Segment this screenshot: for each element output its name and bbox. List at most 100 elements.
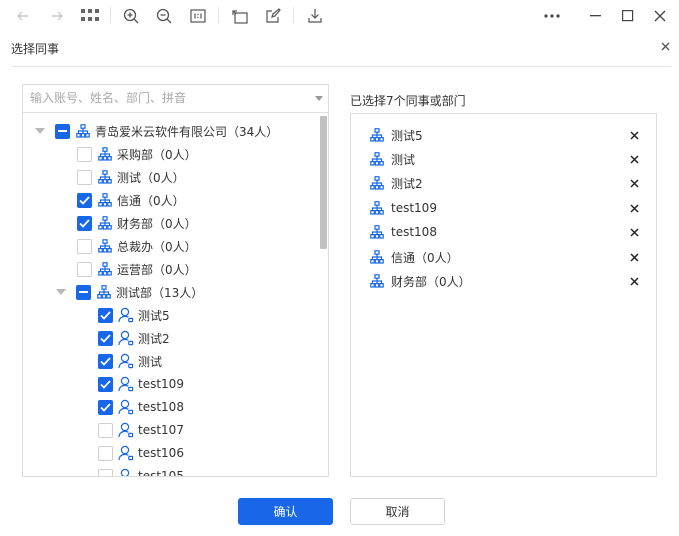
checkbox-unchecked[interactable] bbox=[98, 468, 113, 476]
tree-department-node[interactable]: 财务部（0人） bbox=[77, 212, 197, 234]
toolbar-divider bbox=[110, 7, 111, 23]
tree-member-node[interactable]: test108 bbox=[98, 396, 184, 418]
tree-root-node[interactable]: 青岛爱米云软件有限公司（34人） bbox=[35, 120, 278, 142]
tree-department-node[interactable]: 采购部（0人） bbox=[77, 143, 197, 165]
toolbar-divider bbox=[218, 7, 219, 23]
remove-icon[interactable] bbox=[627, 152, 641, 166]
more-options-icon[interactable] bbox=[540, 4, 564, 28]
tree-member-node[interactable]: 测试2 bbox=[98, 327, 170, 349]
user-icon bbox=[118, 422, 134, 438]
selected-item-label: 测试 bbox=[391, 152, 416, 167]
tree-member-node[interactable]: 测试 bbox=[98, 350, 162, 372]
tree-department-node[interactable]: 运营部（0人） bbox=[77, 258, 197, 280]
minimize-icon[interactable] bbox=[584, 4, 608, 28]
tree-node-label: test105 bbox=[138, 469, 184, 476]
remove-icon[interactable] bbox=[627, 128, 641, 142]
checkbox-checked[interactable] bbox=[98, 399, 113, 415]
checkbox-checked[interactable] bbox=[98, 330, 113, 346]
dialog-close-icon[interactable] bbox=[657, 38, 673, 54]
remove-icon[interactable] bbox=[627, 201, 641, 215]
user-icon bbox=[118, 376, 134, 392]
tree-member-node[interactable]: 测试5 bbox=[98, 304, 170, 326]
remove-icon[interactable] bbox=[627, 250, 641, 264]
tree-node-label: 采购部（0人） bbox=[117, 147, 197, 162]
tree-member-node[interactable]: test107 bbox=[98, 419, 184, 441]
tree-member-node[interactable]: test105 bbox=[98, 465, 184, 476]
checkbox-checked[interactable] bbox=[98, 376, 113, 392]
cancel-button[interactable]: 取消 bbox=[350, 498, 445, 525]
zoom-in-icon[interactable] bbox=[119, 4, 143, 28]
checkbox-unchecked[interactable] bbox=[98, 445, 113, 461]
back-arrow-icon[interactable] bbox=[11, 4, 35, 28]
tree-member-node[interactable]: test109 bbox=[98, 373, 184, 395]
tree-department-node[interactable]: 测试（0人） bbox=[77, 166, 185, 188]
tree-node-label: 测试 bbox=[138, 354, 163, 369]
toolbar-divider bbox=[293, 7, 294, 23]
remove-icon[interactable] bbox=[627, 225, 641, 239]
org-structure-icon bbox=[97, 192, 113, 208]
tree-department-node[interactable]: 总裁办（0人） bbox=[77, 235, 197, 257]
tree-node-label: test108 bbox=[138, 400, 184, 414]
rotate-icon[interactable] bbox=[228, 4, 252, 28]
search-dropdown-icon[interactable] bbox=[315, 96, 323, 101]
selected-count-title: 已选择7个同事或部门 bbox=[350, 94, 466, 108]
toolbar bbox=[0, 0, 679, 32]
selected-item-label: 测试5 bbox=[391, 128, 423, 143]
search-input[interactable] bbox=[23, 85, 303, 111]
tree-member-node[interactable]: test106 bbox=[98, 442, 184, 464]
tree-department-node[interactable]: 测试部（13人） bbox=[56, 281, 203, 303]
expand-arrow-icon[interactable] bbox=[56, 289, 66, 295]
tree-node-label: test109 bbox=[138, 377, 184, 391]
selected-item-label: test109 bbox=[391, 201, 437, 215]
zoom-out-icon[interactable] bbox=[152, 4, 176, 28]
selected-item: 测试 bbox=[369, 149, 641, 169]
tree-node-label: 运营部（0人） bbox=[117, 262, 197, 277]
checkbox-unchecked[interactable] bbox=[77, 238, 92, 254]
selected-item-label: test108 bbox=[391, 225, 437, 239]
checkbox-partial[interactable] bbox=[55, 123, 70, 139]
checkbox-checked[interactable] bbox=[77, 215, 92, 231]
org-structure-icon bbox=[96, 284, 112, 300]
window-close-icon[interactable] bbox=[648, 4, 672, 28]
checkbox-checked[interactable] bbox=[98, 353, 113, 369]
tree-node-label: 总裁办（0人） bbox=[117, 239, 197, 254]
remove-icon[interactable] bbox=[627, 176, 641, 190]
checkbox-unchecked[interactable] bbox=[77, 169, 92, 185]
org-structure-icon bbox=[75, 123, 91, 139]
tree-node-label: 青岛爱米云软件有限公司（34人） bbox=[95, 124, 279, 139]
scrollbar-thumb[interactable] bbox=[320, 116, 327, 249]
dialog-divider bbox=[11, 66, 671, 67]
user-icon bbox=[118, 445, 134, 461]
user-icon bbox=[118, 468, 134, 476]
tree-department-node[interactable]: 信通（0人） bbox=[77, 189, 185, 211]
tree-node-label: 测试5 bbox=[138, 308, 170, 323]
remove-icon[interactable] bbox=[627, 274, 641, 288]
grid-view-icon[interactable] bbox=[78, 4, 102, 28]
checkbox-checked[interactable] bbox=[98, 307, 113, 323]
checkbox-partial[interactable] bbox=[76, 284, 91, 300]
tree-node-label: 财务部（0人） bbox=[117, 216, 197, 231]
tree-node-label: test107 bbox=[138, 423, 184, 437]
maximize-icon[interactable] bbox=[616, 4, 640, 28]
org-structure-icon bbox=[369, 175, 385, 191]
forward-arrow-icon[interactable] bbox=[45, 4, 69, 28]
org-structure-icon bbox=[369, 151, 385, 167]
download-icon[interactable] bbox=[303, 4, 327, 28]
actual-size-icon[interactable] bbox=[186, 4, 210, 28]
tree-scrollbar[interactable] bbox=[319, 114, 328, 476]
search-box bbox=[23, 85, 328, 113]
selected-item: 财务部（0人） bbox=[369, 271, 641, 291]
edit-icon[interactable] bbox=[261, 4, 285, 28]
confirm-button[interactable]: 确认 bbox=[238, 498, 333, 525]
org-structure-icon bbox=[97, 261, 113, 277]
tree-node-label: test106 bbox=[138, 446, 184, 460]
checkbox-unchecked[interactable] bbox=[98, 422, 113, 438]
selected-item: 测试2 bbox=[369, 173, 641, 193]
checkbox-checked[interactable] bbox=[77, 192, 92, 208]
checkbox-unchecked[interactable] bbox=[77, 261, 92, 277]
tree-node-label: 信通（0人） bbox=[117, 193, 185, 208]
org-structure-icon bbox=[97, 215, 113, 231]
org-structure-icon bbox=[369, 224, 385, 240]
checkbox-unchecked[interactable] bbox=[77, 146, 92, 162]
expand-arrow-icon[interactable] bbox=[35, 128, 45, 134]
